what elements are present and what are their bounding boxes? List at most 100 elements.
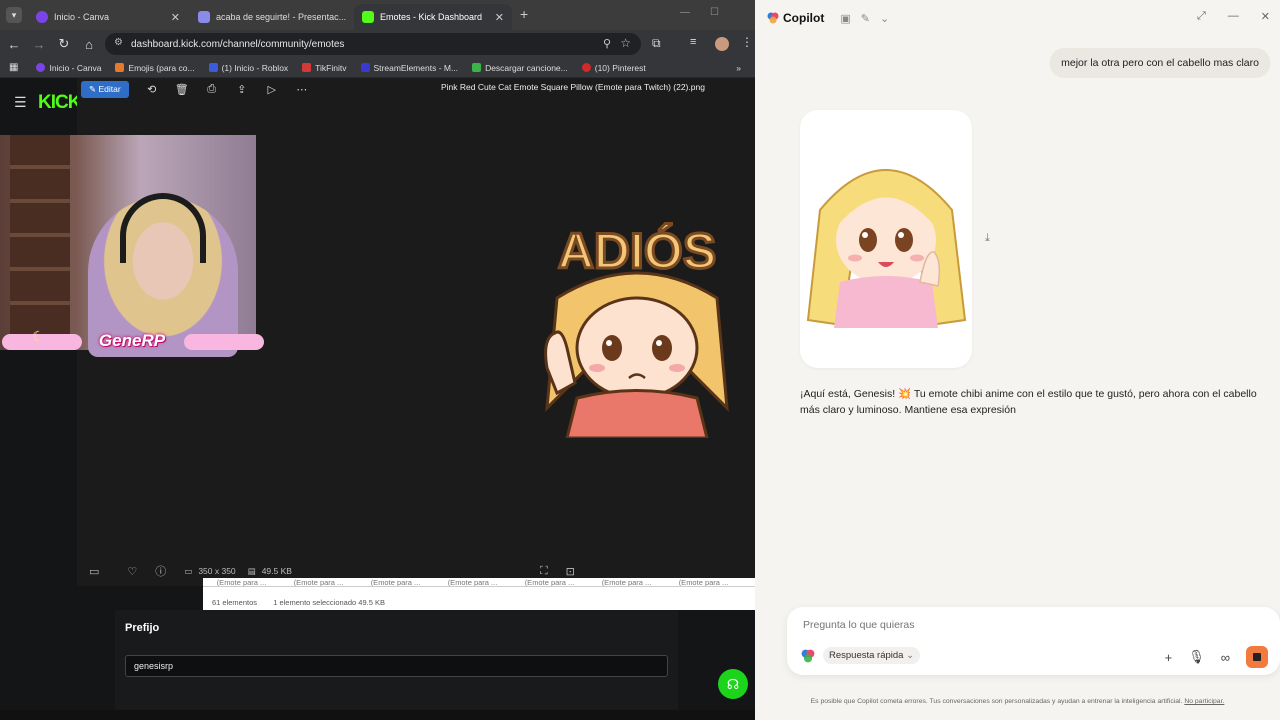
file-explorer-status: 61 elementos 1 elemento seleccionado 49.… [212,598,385,607]
extensions-icon[interactable]: ⧉ [652,36,661,51]
minimize-icon[interactable]: — [1228,10,1239,23]
bookmark-streamelements[interactable]: StreamElements - M... [360,63,458,73]
close-tab-icon[interactable]: ✕ [495,11,504,24]
window-controls: ⤢ — ✕ [1197,10,1270,23]
composer: Respuesta rápida ⌄ + 🎙 ∞ [787,607,1280,675]
roblox-icon [208,63,218,72]
zoom-icon[interactable]: ⚲ [603,37,611,50]
apps-grid-icon[interactable]: ▦ [9,62,18,73]
more-bookmarks-icon[interactable]: » [736,63,741,73]
reload-icon[interactable]: ↻ [53,36,75,52]
prefix-input[interactable] [125,655,668,677]
home-icon[interactable]: ⌂ [78,37,100,52]
headset-icon: ☊ [726,676,740,692]
copilot-header: Copilot ▣ ✎ ⌄ ⤢ — ✕ [755,0,1280,36]
composer-actions: + 🎙 ∞ [1165,646,1268,668]
new-chat-icon[interactable]: ✎ [861,12,870,25]
bookmark-tikfinitv[interactable]: TikFinitv [302,63,347,73]
bookmark-pinterest[interactable]: (10) Pinterest [581,63,646,73]
canva-icon [36,11,48,23]
actual-size-icon[interactable]: ⊡ [566,565,575,578]
bookmark-roblox[interactable]: (1) Inicio - Roblox [208,63,288,73]
avatar[interactable] [715,37,729,51]
taskbar [0,710,755,720]
image-title: Pink Red Cute Cat Emote Square Pillow (E… [441,82,705,92]
close-tab-icon[interactable]: ✕ [171,11,180,24]
omnibar: ← → ↻ ⌂ ⚙ dashboard.kick.com/channel/com… [0,30,755,58]
generated-image-card[interactable] [800,110,972,368]
kick-logo[interactable]: KICK [38,92,81,114]
generated-chibi-image [806,169,967,328]
bookmark-emojis[interactable]: Emojis (para co... [115,63,195,73]
tab-kick-dashboard[interactable]: Emotes - Kick Dashboard ✕ [354,4,512,30]
disclaimer: Es posible que Copilot cometa errores. T… [810,698,1225,705]
download-site-icon [472,63,482,72]
tab-presentacion[interactable]: acaba de seguirte! - Presentac... ✕ [190,4,352,30]
copilot-icon [767,12,779,24]
info-icon[interactable]: ⓘ [155,563,166,579]
bookmarks-bar: ▦ Inicio - Canva Emojis (para co... (1) … [0,58,755,78]
support-chat-button[interactable]: ☊ [718,669,748,699]
chevron-down-icon[interactable]: ⌄ [880,12,889,25]
filesize-icon: ▤ [247,565,256,576]
tab-canva[interactable]: Inicio - Canva ✕ [28,4,188,30]
image-filesize: 49.5 KB [261,566,292,576]
address-bar[interactable]: ⚙ dashboard.kick.com/channel/community/e… [105,33,641,55]
chevron-down-icon: ⌄ [906,650,915,661]
print-icon[interactable]: ⎙ [197,83,227,96]
window-controls: — ☐ [680,7,719,18]
back-icon[interactable]: ← [3,37,25,52]
popout-icon[interactable]: ⤢ [1197,10,1206,23]
webcam-name-banner: ☾ GeneRP [0,328,264,352]
stop-button[interactable] [1246,646,1268,668]
delete-icon[interactable]: 🗑 [167,83,197,96]
kick-icon [362,11,374,23]
forward-icon[interactable]: → [28,37,50,52]
share-icon[interactable]: ⇪ [227,83,257,96]
presentation-icon [198,11,210,23]
minimize-icon[interactable]: — [680,7,690,18]
rotate-icon[interactable]: ⟲ [137,83,167,96]
tab-bar: ▾ Inicio - Canva ✕ acaba de seguirte! - … [0,0,755,30]
fit-to-window-icon[interactable]: ⛶ [540,565,548,578]
site-info-icon[interactable]: ⚙ [114,37,123,48]
slideshow-icon[interactable]: ▷ [257,83,287,96]
opt-out-link[interactable]: No participar. [1184,698,1224,705]
more-options-icon[interactable]: ⋯ [287,83,317,96]
streamelements-icon [360,63,370,72]
maximize-icon[interactable]: ☐ [710,7,719,18]
filmstrip-icon[interactable]: ▭ [89,565,99,578]
item-count: 61 elementos [212,598,258,607]
image-dimensions: 350 x 350 [198,566,236,576]
copilot-icon [801,649,815,662]
bookmark-canva[interactable]: Inicio - Canva [36,63,101,73]
voice-mode-icon[interactable]: ∞ [1221,650,1230,665]
new-tab-icon[interactable]: + [520,6,528,22]
reading-list-icon[interactable]: ≡ [690,36,696,48]
favorite-icon[interactable]: ♡ [127,565,137,578]
bookshelf [10,135,70,350]
microphone-icon[interactable]: 🎙 [1188,649,1205,665]
canva-icon [36,63,46,72]
emoji-icon [115,63,125,72]
copilot-logo[interactable]: Copilot [767,11,824,25]
mode-selector: Respuesta rápida ⌄ [801,647,921,664]
close-icon[interactable]: ✕ [1261,10,1270,23]
hamburger-menu-icon[interactable]: ☰ [14,94,27,111]
bookmark-descargar[interactable]: Descargar cancione... [472,63,568,73]
sidebar-toggle-icon[interactable]: ▣ [840,12,850,25]
bookmark-star-icon[interactable]: ☆ [620,36,631,50]
more-menu-icon[interactable]: ⋮ [741,35,753,49]
download-icon[interactable]: ⤓ [985,232,990,245]
mode-dropdown[interactable]: Respuesta rápida ⌄ [823,647,921,664]
add-icon[interactable]: + [1165,650,1173,665]
emote-adios-text: ADIÓS [558,223,716,279]
pinterest-icon [581,63,591,72]
kick-dashboard-page: ☰ KICK Prefijo ☊ ✎ Editar ⟲ 🗑 ⎙ ⇪ ▷ ⋯ Pi… [0,78,755,720]
browser-menu-icon[interactable]: ▾ [6,7,22,23]
ask-input[interactable] [803,616,1243,634]
browser-window: ▾ Inicio - Canva ✕ acaba de seguirte! - … [0,0,755,720]
prefix-label: Prefijo [125,622,160,634]
assistant-message: ¡Aquí está, Genesis! 💥 Tu emote chibi an… [800,388,1257,416]
edit-button[interactable]: ✎ Editar [81,80,129,98]
